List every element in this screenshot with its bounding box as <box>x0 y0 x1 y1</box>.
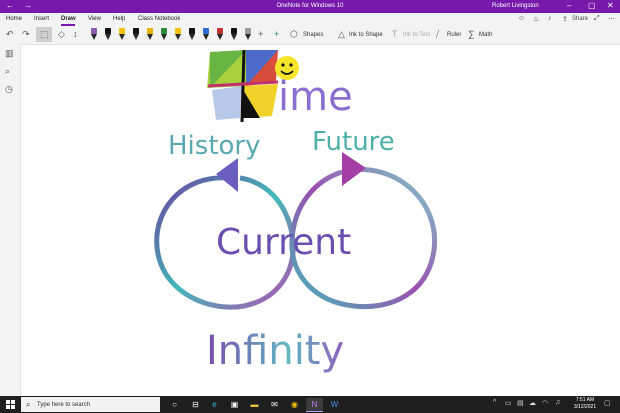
tab-insert[interactable]: Insert <box>34 16 49 22</box>
lightbulb-icon[interactable]: ♨ <box>533 15 539 23</box>
add-space-icon[interactable]: ↕ <box>73 29 78 40</box>
ink-to-text-button: Ink to Text <box>403 32 431 38</box>
mail-icon[interactable]: ✉ <box>266 398 283 411</box>
title-bar: ← → OneNote for Windows 10 Robert Living… <box>0 0 620 13</box>
word-history: History <box>168 131 261 161</box>
search-icon: ⌕ <box>26 400 31 409</box>
t-letter-graphic <box>207 49 279 123</box>
pen-8-icon[interactable] <box>189 28 195 41</box>
pen-2-icon[interactable] <box>105 28 111 41</box>
draw-ribbon: ↶ ↷ ⬚ ◇ ↕ + + ⬡ Shapes △ Ink to Shape T … <box>0 26 620 45</box>
left-arrowhead <box>216 158 238 192</box>
search-placeholder: Type here to search <box>37 402 91 408</box>
notifications-icon[interactable]: ▢ <box>604 399 611 407</box>
expand-icon[interactable]: ⤢ <box>594 15 600 23</box>
people-tray-icon[interactable]: ▤ <box>517 399 524 407</box>
tab-class-notebook[interactable]: Class Notebook <box>138 16 180 22</box>
tab-home[interactable]: Home <box>6 16 22 22</box>
ink-to-text-icon: T <box>392 29 398 39</box>
ink-to-shape-button[interactable]: Ink to Shape <box>349 32 383 38</box>
share-icon[interactable]: ⇪ <box>562 15 568 23</box>
chrome-icon[interactable]: ◉ <box>286 398 303 411</box>
search-icon[interactable]: ⌕ <box>5 66 10 77</box>
lasso-select-icon[interactable]: ⬚ <box>40 29 49 40</box>
shapes-button[interactable]: Shapes <box>303 32 323 38</box>
word-future: Future <box>312 127 395 157</box>
pen-7-icon[interactable] <box>175 28 181 41</box>
user-name[interactable]: Robert Livingston <box>492 3 539 9</box>
word-ime: ime <box>278 74 353 120</box>
file-explorer-icon[interactable]: ▬ <box>246 398 263 411</box>
add-pen-icon[interactable]: + <box>258 29 263 40</box>
word-current: Current <box>216 222 351 263</box>
shapes-icon[interactable]: ⬡ <box>290 29 298 40</box>
wifi-icon[interactable]: ◠ <box>542 399 548 407</box>
pen-11-icon[interactable] <box>231 28 237 41</box>
word-icon[interactable]: W <box>326 398 343 411</box>
tab-view[interactable]: View <box>88 16 101 22</box>
volume-icon[interactable]: ♫ <box>555 399 560 406</box>
pen-5-icon[interactable] <box>147 28 153 41</box>
redo-icon[interactable]: ↷ <box>22 29 30 40</box>
share-button[interactable]: Share <box>572 16 588 22</box>
pen-4-icon[interactable] <box>133 28 139 41</box>
onenote-icon[interactable]: N <box>306 398 323 412</box>
pen-3-icon[interactable] <box>119 28 125 41</box>
close-icon[interactable]: ✕ <box>607 1 614 11</box>
minimize-icon[interactable]: – <box>567 1 571 11</box>
pen-12-icon[interactable] <box>245 28 251 41</box>
ribbon-tabs: Home Insert Draw View Help Class Noteboo… <box>0 13 620 26</box>
clock-date: 3/12/2021 <box>573 404 597 410</box>
windows-start-icon[interactable] <box>6 400 15 409</box>
notebooks-icon[interactable]: ▥ <box>5 48 14 59</box>
pen-1-icon[interactable] <box>91 28 97 41</box>
bell-icon[interactable]: ♪ <box>548 15 552 22</box>
system-clock[interactable]: 7:51 AM 3/12/2021 <box>570 397 600 411</box>
word-infinity: Infinity <box>206 328 344 374</box>
ink-to-shape-icon[interactable]: △ <box>338 29 345 40</box>
cloud-icon[interactable]: ☁ <box>529 399 536 407</box>
clock-time: 7:51 AM <box>575 397 595 403</box>
chevron-up-icon[interactable]: ^ <box>493 399 496 406</box>
more-icon[interactable]: ⋯ <box>608 15 615 23</box>
people-icon[interactable]: ☺ <box>518 15 525 22</box>
undo-icon[interactable]: ↶ <box>6 29 14 40</box>
ruler-button[interactable]: Ruler <box>447 32 461 38</box>
page-canvas[interactable]: ime History Future Current Infinity <box>20 44 620 396</box>
task-view-icon[interactable]: ○ <box>166 398 183 411</box>
right-arrowhead <box>342 152 366 186</box>
add-pen-plus-icon[interactable]: + <box>274 29 279 40</box>
ruler-icon[interactable]: ⧸ <box>436 29 439 40</box>
recent-icon[interactable]: ◷ <box>5 84 13 95</box>
maximize-icon[interactable]: ▢ <box>588 1 596 11</box>
taskbar: ⌕ Type here to search ○ ⊟ e ▣ ▬ ✉ ◉ N W … <box>0 396 620 413</box>
taskbar-search-box[interactable]: ⌕ Type here to search <box>21 397 160 412</box>
store-icon[interactable]: ▣ <box>226 398 243 411</box>
tab-help[interactable]: Help <box>113 16 125 22</box>
math-button[interactable]: Math <box>479 32 492 38</box>
edge-icon[interactable]: e <box>206 398 223 411</box>
tab-draw[interactable]: Draw <box>61 16 76 22</box>
ink-drawing: ime History Future Current Infinity <box>154 49 438 374</box>
pen-9-icon[interactable] <box>203 28 209 41</box>
task-view-button-icon[interactable]: ⊟ <box>187 398 204 411</box>
network-icon[interactable]: ▭ <box>505 399 512 407</box>
eraser-icon[interactable]: ◇ <box>58 29 65 40</box>
math-icon[interactable]: ∑ <box>468 29 474 40</box>
pen-10-icon[interactable] <box>217 28 223 41</box>
pen-6-icon[interactable] <box>161 28 167 41</box>
navigation-sidebar: ▥ ⌕ ◷ <box>0 44 21 396</box>
